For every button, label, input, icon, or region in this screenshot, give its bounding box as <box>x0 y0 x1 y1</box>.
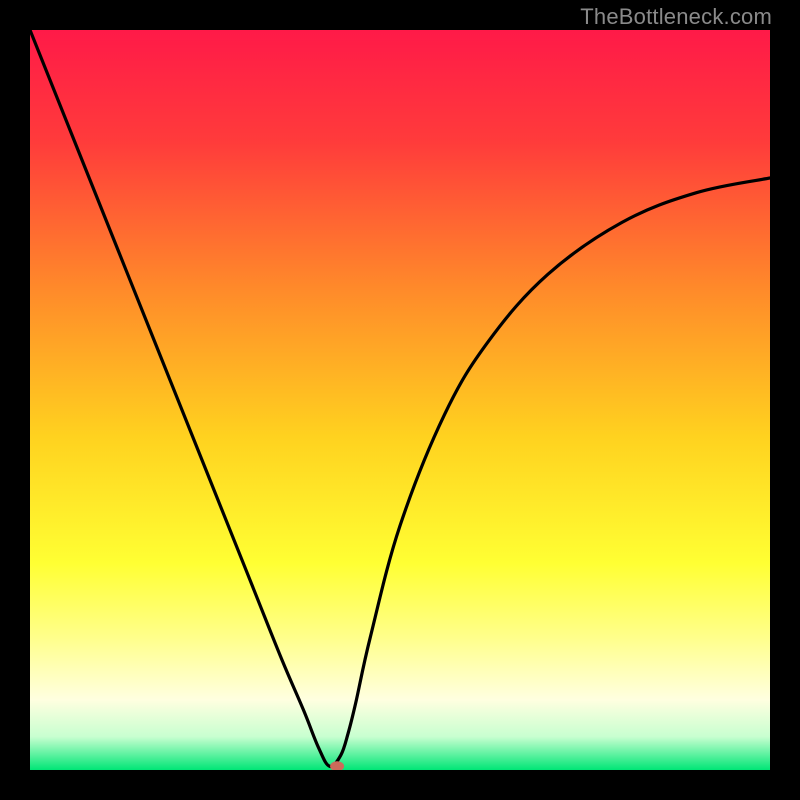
chart-background <box>30 30 770 770</box>
bottleneck-chart <box>30 30 770 770</box>
attribution-text: TheBottleneck.com <box>580 4 772 30</box>
chart-frame <box>30 30 770 770</box>
